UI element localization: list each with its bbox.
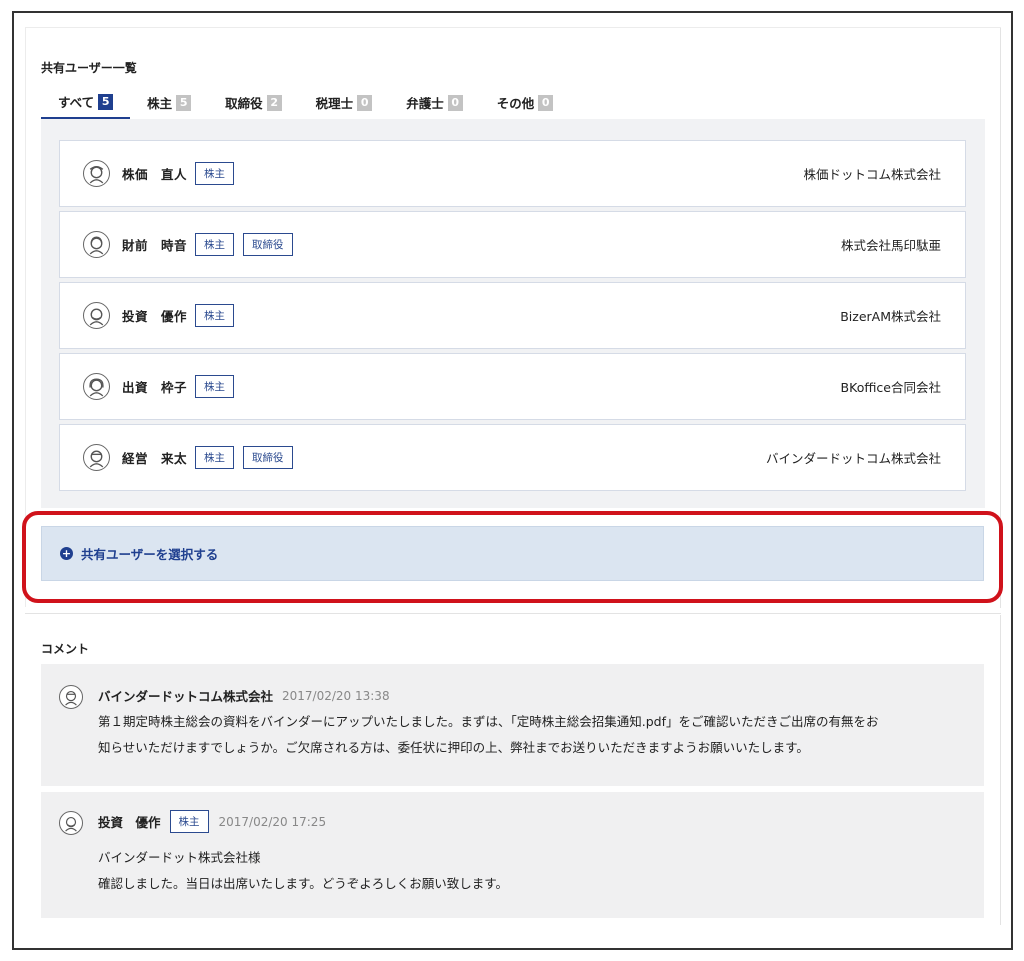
tab-label: 取締役 [225,96,263,111]
select-shared-users-label: 共有ユーザーを選択する [81,547,219,562]
user-avatar-icon [83,444,110,471]
tab-count-badge: 5 [98,93,114,110]
role-badge: 取締役 [243,233,293,256]
tab-label: 弁護士 [406,96,444,111]
user-name: 財前 時音 [122,238,188,253]
user-avatar-icon [59,811,83,835]
role-badge: 株主 [195,304,235,327]
divider [25,27,26,607]
tab-all[interactable]: すべて 5 [41,86,131,119]
comment-author: バインダードットコム株式会社 [98,689,274,704]
user-company: 株価ドットコム株式会社 [803,167,941,182]
divider [1000,28,1001,608]
tab-label: すべて [58,95,95,110]
tab-others[interactable]: その他 0 [480,86,571,119]
user-row[interactable]: 株価 直人 株主 株価ドットコム株式会社 [59,140,966,207]
divider [25,613,1001,614]
user-company: 株式会社馬印駄亜 [840,238,941,253]
comment-line: 第１期定時株主総会の資料をバインダーにアップいたしました。まずは、「定時株主総会… [98,714,879,729]
comment-header: 投資 優作 株主 2017/02/20 17:25 [98,810,326,833]
user-avatar-icon [83,160,110,187]
user-row[interactable]: 出資 枠子 株主 BKoffice合同会社 [59,353,966,420]
comment-body: 第１期定時株主総会の資料をバインダーにアップいたしました。まずは、「定時株主総会… [98,709,879,761]
user-name: 投資 優作 [122,309,188,324]
tab-count-badge: 5 [176,94,192,111]
user-company: BKoffice合同会社 [840,380,941,395]
plus-circle-icon: + [60,547,73,560]
user-row[interactable]: 投資 優作 株主 BizerAM株式会社 [59,282,966,349]
shared-users-title: 共有ユーザー一覧 [41,61,137,75]
tab-count-badge: 0 [357,94,373,111]
role-badge: 株主 [169,810,209,833]
comment-timestamp: 2017/02/20 17:25 [218,814,327,829]
user-avatar-icon [59,685,83,709]
tab-label: その他 [496,96,535,111]
comment-author: 投資 優作 [98,815,161,830]
user-filter-tabs: すべて 5 株主 5 取締役 2 税理士 0 弁護士 0 その他 0 [41,86,570,119]
tab-directors[interactable]: 取締役 2 [208,86,299,119]
comment-header: バインダードットコム株式会社 2017/02/20 13:38 [98,686,390,705]
user-name: 出資 枠子 [122,380,188,395]
user-company: BizerAM株式会社 [840,309,941,324]
tab-count-badge: 0 [538,94,554,111]
tab-count-badge: 2 [266,94,282,111]
comment-timestamp: 2017/02/20 13:38 [282,688,390,703]
role-badge: 取締役 [243,446,293,469]
tab-label: 株主 [147,96,173,111]
tab-count-badge: 0 [447,94,463,111]
tab-tax-accountants[interactable]: 税理士 0 [299,86,390,119]
role-badge: 株主 [195,446,235,469]
user-row[interactable]: 財前 時音 株主 取締役 株式会社馬印駄亜 [59,211,966,278]
comments-title: コメント [41,642,90,656]
user-row[interactable]: 経営 来太 株主 取締役 バインダードットコム株式会社 [59,424,966,491]
comment-line: 知らせいただけますでしょうか。ご欠席される方は、委任状に押印の上、弊社までお送り… [98,740,809,755]
user-avatar-icon [83,373,110,400]
user-name: 経営 来太 [122,451,188,466]
user-company: バインダードットコム株式会社 [765,451,941,466]
user-avatar-icon [83,231,110,258]
comment-body: バインダードット株式会社様 確認しました。当日は出席いたします。どうぞよろしくお… [98,845,508,897]
comment-line: 確認しました。当日は出席いたします。どうぞよろしくお願い致します。 [98,876,509,891]
comment-item: 投資 優作 株主 2017/02/20 17:25 バインダードット株式会社様 … [41,792,984,918]
tab-label: 税理士 [315,96,354,111]
tab-shareholders[interactable]: 株主 5 [130,86,208,119]
user-name: 株価 直人 [122,167,188,182]
divider [25,27,1001,28]
role-badge: 株主 [195,375,235,398]
role-badge: 株主 [195,162,235,185]
role-badge: 株主 [195,233,235,256]
user-avatar-icon [83,302,110,329]
comment-item: バインダードットコム株式会社 2017/02/20 13:38 第１期定時株主総… [41,664,984,786]
select-shared-users-button[interactable]: + 共有ユーザーを選択する [41,526,984,581]
comment-line: バインダードット株式会社様 [98,850,261,865]
divider [1000,615,1001,925]
tab-lawyers[interactable]: 弁護士 0 [389,86,480,119]
